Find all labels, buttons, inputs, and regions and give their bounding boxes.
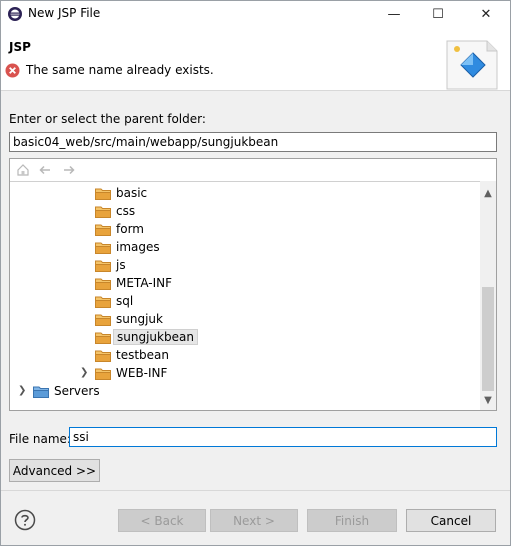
back-arrow-icon[interactable] xyxy=(38,163,52,177)
help-icon[interactable] xyxy=(14,509,36,531)
maximize-icon: ☐ xyxy=(432,6,444,22)
tree-item-label: css xyxy=(116,204,136,218)
maximize-button[interactable]: ☐ xyxy=(415,1,461,27)
expand-chevron-icon[interactable]: ❯ xyxy=(80,368,90,378)
new-jsp-file-dialog: New JSP File — ☐ ✕ JSP The same name alr… xyxy=(0,0,511,546)
jsp-wizard-icon xyxy=(446,40,498,90)
tree-item[interactable]: sql xyxy=(95,292,133,310)
folder-icon xyxy=(95,188,111,200)
folder-icon xyxy=(95,350,111,362)
error-message: The same name already exists. xyxy=(26,63,214,77)
tree-toolbar xyxy=(10,159,496,181)
tree-item-label: sungjuk xyxy=(116,312,163,326)
tree-item[interactable]: css xyxy=(95,202,135,220)
tree-item[interactable]: js xyxy=(95,256,126,274)
window-title: New JSP File xyxy=(28,6,101,20)
next-button[interactable]: Next > xyxy=(210,509,298,532)
parent-folder-label: Enter or select the parent folder: xyxy=(9,112,206,126)
folder-icon xyxy=(95,278,111,290)
folder-icon xyxy=(95,260,111,272)
folder-icon xyxy=(95,206,111,218)
scroll-down-icon[interactable]: ▼ xyxy=(480,392,496,408)
page-title: JSP xyxy=(9,40,31,54)
finish-button[interactable]: Finish xyxy=(307,509,397,532)
parent-folder-input[interactable] xyxy=(9,132,497,152)
error-icon xyxy=(5,63,20,78)
scroll-thumb[interactable] xyxy=(482,287,494,391)
tree-item-label: images xyxy=(116,240,160,254)
back-button[interactable]: < Back xyxy=(118,509,206,532)
tree-item[interactable]: images xyxy=(95,238,160,256)
minimize-button[interactable]: — xyxy=(371,1,417,27)
expand-chevron-icon[interactable]: ❯ xyxy=(18,386,28,396)
tree-item[interactable]: ❯ WEB-INF xyxy=(80,364,167,382)
wizard-header: JSP The same name already exists. xyxy=(1,27,510,91)
home-icon[interactable] xyxy=(16,163,30,177)
file-name-label: File name: xyxy=(9,432,71,446)
folder-icon xyxy=(95,314,111,326)
tree-item-label: sql xyxy=(116,294,134,308)
tree-item[interactable]: sungjukbean xyxy=(95,328,198,346)
folder-icon xyxy=(95,332,111,344)
footer-divider xyxy=(1,490,510,491)
tree-item[interactable]: META-INF xyxy=(95,274,172,292)
file-name-input[interactable] xyxy=(69,427,497,447)
folder-icon xyxy=(33,386,49,398)
minimize-icon: — xyxy=(387,6,401,22)
folder-icon xyxy=(95,224,111,236)
tree-list: basic css form images js META-INF sql sungjuk su… xyxy=(10,181,480,410)
tree-item[interactable]: basic xyxy=(95,184,147,202)
tree-item-label: WEB-INF xyxy=(116,366,168,380)
tree-item-label: testbean xyxy=(116,348,170,362)
scroll-up-icon[interactable]: ▲ xyxy=(480,185,496,201)
tree-item-label: basic xyxy=(116,186,148,200)
tree-item[interactable]: testbean xyxy=(95,346,169,364)
tree-item-label: sungjukbean xyxy=(113,329,198,345)
tree-item-label: js xyxy=(116,258,126,272)
advanced-button[interactable]: Advanced >> xyxy=(9,459,100,482)
folder-icon xyxy=(95,296,111,308)
folder-icon xyxy=(95,368,111,380)
tree-item[interactable]: sungjuk xyxy=(95,310,163,328)
folder-icon xyxy=(95,242,111,254)
close-button[interactable]: ✕ xyxy=(463,1,509,27)
folder-tree: basic css form images js META-INF sql sungjuk su… xyxy=(9,158,497,411)
close-icon: ✕ xyxy=(480,6,492,22)
tree-item-label: form xyxy=(116,222,144,236)
eclipse-icon xyxy=(8,7,22,21)
forward-arrow-icon[interactable] xyxy=(62,163,76,177)
title-bar: New JSP File — ☐ ✕ xyxy=(1,1,510,27)
tree-item[interactable]: form xyxy=(95,220,144,238)
tree-item-label: META-INF xyxy=(116,276,173,290)
tree-item-label: Servers xyxy=(54,384,100,398)
tree-scrollbar[interactable]: ▲ ▼ xyxy=(480,181,496,410)
cancel-button[interactable]: Cancel xyxy=(406,509,496,532)
tree-item[interactable]: ❯ Servers xyxy=(18,382,100,400)
